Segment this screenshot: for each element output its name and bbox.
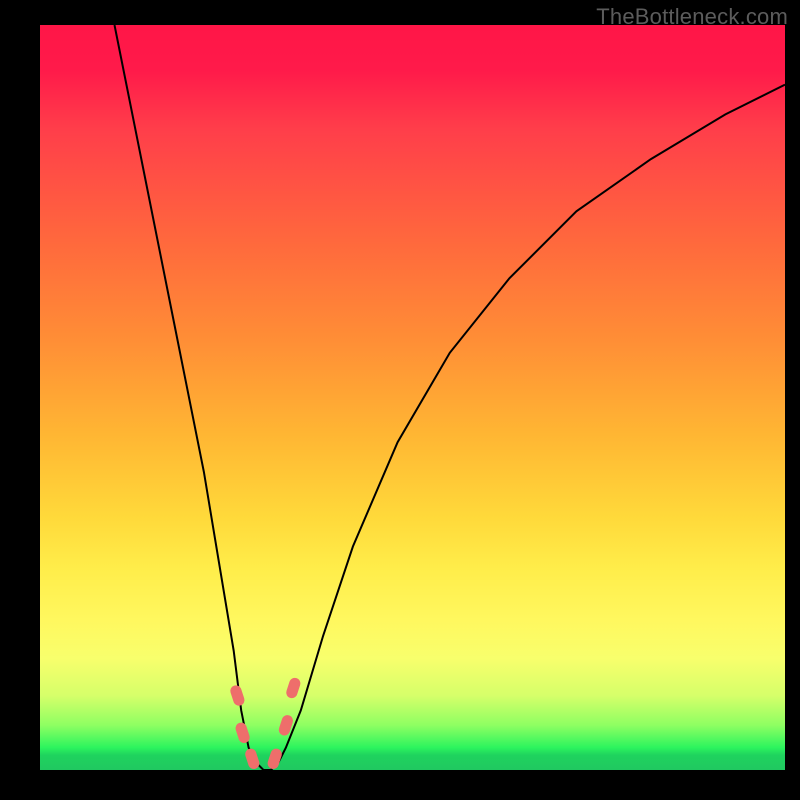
watermark-text: TheBottleneck.com — [596, 4, 788, 30]
plot-area — [40, 25, 785, 770]
chart-frame: TheBottleneck.com — [0, 0, 800, 800]
